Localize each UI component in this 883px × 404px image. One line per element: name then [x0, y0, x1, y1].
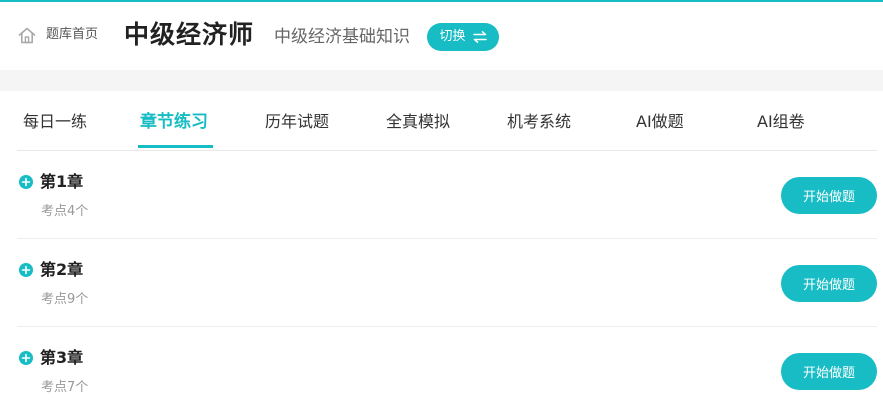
tab-bar: 每日一练 章节练习 历年试题 全真模拟 机考系统 AI做题 AI组卷 [0, 91, 883, 151]
tab-chapter-practice[interactable]: 章节练习 [140, 111, 208, 133]
section-separator-band [0, 70, 883, 91]
chapter-row: 第2章 考点9个 开始做题 [17, 239, 877, 327]
start-practice-button[interactable]: 开始做题 [781, 177, 877, 214]
chapter-title: 第1章 [40, 172, 84, 191]
active-tab-underline [138, 145, 213, 148]
expand-plus-icon[interactable] [19, 175, 33, 189]
expand-plus-icon[interactable] [19, 263, 33, 277]
chapter-point-count: 考点7个 [41, 380, 89, 395]
start-practice-button[interactable]: 开始做题 [781, 353, 877, 390]
swap-arrows-icon [472, 31, 487, 43]
tab-mock-exam[interactable]: 全真模拟 [386, 111, 450, 133]
home-link[interactable]: 题库首页 [18, 26, 98, 44]
home-label: 题库首页 [46, 27, 99, 42]
exam-title: 中级经济师 [124, 20, 255, 49]
home-icon [18, 27, 36, 43]
chapter-row: 第3章 考点7个 开始做题 [17, 327, 877, 404]
chapter-point-count: 考点9个 [41, 292, 89, 307]
chapter-point-count: 考点4个 [41, 204, 89, 219]
subject-title: 中级经济基础知识 [274, 27, 410, 47]
tab-ai-paper[interactable]: AI组卷 [757, 111, 805, 133]
tab-ai-practice[interactable]: AI做题 [636, 111, 684, 133]
chapter-title: 第2章 [40, 260, 84, 279]
switch-label: 切换 [439, 29, 466, 44]
tab-daily-practice[interactable]: 每日一练 [23, 111, 87, 133]
chapter-title: 第3章 [40, 348, 84, 367]
start-practice-button[interactable]: 开始做题 [781, 265, 877, 302]
tab-computer-exam[interactable]: 机考系统 [507, 111, 571, 133]
expand-plus-icon[interactable] [19, 351, 33, 365]
switch-subject-button[interactable]: 切换 [427, 23, 499, 51]
chapter-row: 第1章 考点4个 开始做题 [17, 151, 877, 239]
header: 题库首页 中级经济师 中级经济基础知识 切换 [0, 2, 883, 70]
tab-past-exams[interactable]: 历年试题 [265, 111, 329, 133]
